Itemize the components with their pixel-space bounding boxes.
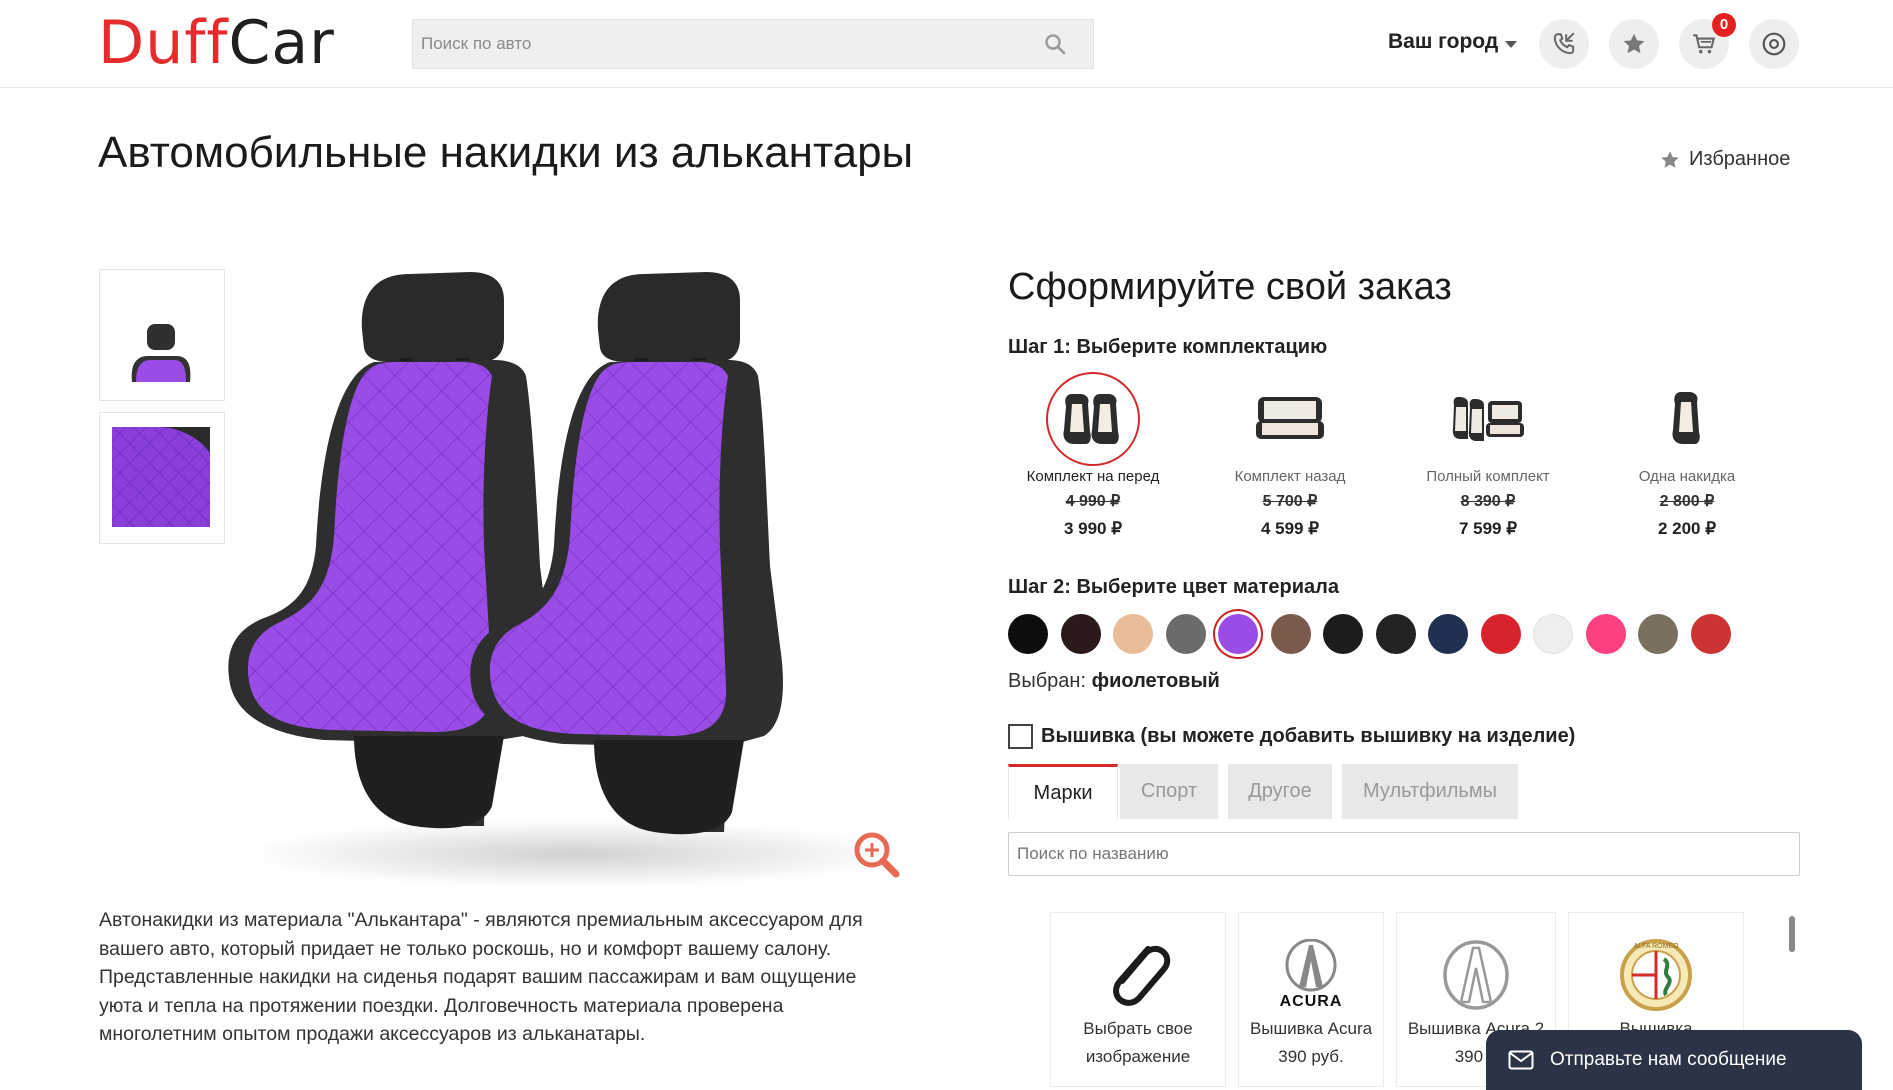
star-icon xyxy=(1623,33,1645,54)
cart-count-badge: 0 xyxy=(1712,13,1736,37)
kit-image-circle xyxy=(1046,372,1140,466)
kit-image-circle xyxy=(1243,372,1337,466)
product-thumbnail-image xyxy=(131,324,191,382)
logo-text-red: Duff xyxy=(98,8,229,78)
envelope-icon xyxy=(1508,1050,1534,1070)
embroidery-card[interactable]: ACURA Вышивка Acura 390 руб. xyxy=(1238,912,1384,1087)
user-icon xyxy=(1762,32,1786,56)
favorites-label: Избранное xyxy=(1689,148,1791,170)
acura-logo xyxy=(1285,939,1337,992)
chat-label: Отправьте нам сообщение xyxy=(1550,1049,1787,1070)
site-header: DuffCar Ваш город 0 xyxy=(0,0,1893,88)
star-icon xyxy=(1661,150,1679,168)
kit-image-circle xyxy=(1640,372,1734,466)
color-swatch[interactable] xyxy=(1638,614,1678,654)
kit-old-price: 5 700 ₽ xyxy=(1262,493,1318,510)
page-title: Автомобильные накидки из алькантары xyxy=(98,128,914,177)
chat-widget-button[interactable]: Отправьте нам сообщение xyxy=(1486,1030,1862,1090)
search-input[interactable] xyxy=(413,20,1033,68)
step2-heading: Шаг 2: Выберите цвет материала xyxy=(1008,576,1340,598)
cart-icon xyxy=(1693,34,1716,54)
account-button[interactable] xyxy=(1749,19,1799,69)
left-seat xyxy=(228,272,554,829)
card-subtitle: изображение xyxy=(1085,1047,1191,1066)
phone-icon xyxy=(1553,32,1575,55)
alfa-romeo-logo: ALFA ROMEO xyxy=(1620,939,1692,1011)
selected-color-name: фиолетовый xyxy=(1091,670,1220,692)
kit-option-single[interactable]: Одна накидка 2 800 ₽ 2 200 ₽ xyxy=(1592,372,1782,539)
embroidery-label: Вышивка (вы можете добавить вышивку на и… xyxy=(1041,725,1576,747)
kit-name: Комплект на перед xyxy=(1026,468,1160,485)
front-seats-icon xyxy=(1063,394,1119,444)
purple-cover-shape xyxy=(136,360,186,382)
kit-option-rear[interactable]: Комплект назад 5 700 ₽ 4 599 ₽ xyxy=(1195,372,1385,539)
kit-name: Полный комплект xyxy=(1426,468,1550,485)
color-swatch[interactable] xyxy=(1691,614,1731,654)
color-swatch-selected[interactable] xyxy=(1218,614,1258,654)
kit-image-circle xyxy=(1441,372,1535,466)
search-icon[interactable] xyxy=(1043,32,1067,56)
rear-seats-icon xyxy=(1256,397,1324,439)
card-subtitle: 390 руб. xyxy=(1278,1047,1344,1066)
tab-sport[interactable]: Спорт xyxy=(1120,764,1218,819)
kit-option-front[interactable]: Комплект на перед 4 990 ₽ 3 990 ₽ xyxy=(998,372,1188,539)
product-description: Автонакидки из материала "Алькантара" - … xyxy=(99,909,863,1045)
city-selector[interactable]: Ваш город xyxy=(1388,30,1498,54)
embroidery-option[interactable]: Вышивка (вы можете добавить вышивку на и… xyxy=(1008,724,1575,749)
fabric-closeup-image xyxy=(112,427,210,527)
kit-old-price: 8 390 ₽ xyxy=(1460,493,1516,510)
acura-logo-text: ACURA xyxy=(1279,993,1343,1010)
card-title: Выбрать свое xyxy=(1083,1019,1193,1038)
paperclip-icon xyxy=(1113,945,1171,1006)
design-search-input[interactable] xyxy=(1009,833,1799,875)
kit-name: Одна накидка xyxy=(1638,468,1736,485)
step1-heading: Шаг 1: Выберите комплектацию xyxy=(1008,336,1328,358)
color-swatch[interactable] xyxy=(1481,614,1521,654)
color-swatch[interactable] xyxy=(1061,614,1101,654)
kit-new-price: 7 599 ₽ xyxy=(1458,519,1518,538)
color-swatch[interactable] xyxy=(1533,614,1573,654)
kit-name: Комплект назад xyxy=(1234,468,1346,485)
gallery-thumbnail[interactable] xyxy=(99,269,225,401)
color-swatch[interactable] xyxy=(1008,614,1048,654)
product-main-image[interactable] xyxy=(224,266,910,890)
color-swatch[interactable] xyxy=(1586,614,1626,654)
embroidery-checkbox[interactable] xyxy=(1008,724,1033,749)
tab-brands[interactable]: Марки xyxy=(1008,764,1118,819)
color-swatch[interactable] xyxy=(1271,614,1311,654)
cards-scrollbar[interactable] xyxy=(1789,916,1795,952)
order-section-title: Сформируйте свой заказ xyxy=(1008,266,1452,308)
chevron-down-icon[interactable] xyxy=(1505,41,1517,48)
full-set-icon xyxy=(1452,397,1524,441)
color-swatch[interactable] xyxy=(1113,614,1153,654)
site-logo[interactable]: DuffCar xyxy=(98,10,335,76)
zoom-icon[interactable] xyxy=(850,828,902,880)
kit-new-price: 3 990 ₽ xyxy=(1063,519,1123,538)
kit-old-price: 2 800 ₽ xyxy=(1659,493,1715,510)
kit-new-price: 4 599 ₽ xyxy=(1260,519,1320,538)
selected-color-prefix: Выбран: xyxy=(1008,670,1087,692)
acura-logo xyxy=(1443,940,1509,1010)
color-swatch[interactable] xyxy=(1376,614,1416,654)
kit-old-price: 4 990 ₽ xyxy=(1065,493,1121,510)
embroidery-card[interactable]: Выбрать свое изображение xyxy=(1050,912,1226,1087)
card-title: Вышивка Acura xyxy=(1249,1019,1373,1038)
design-search-box xyxy=(1008,832,1800,876)
callback-button[interactable] xyxy=(1539,19,1589,69)
kit-new-price: 2 200 ₽ xyxy=(1657,519,1717,538)
color-swatch[interactable] xyxy=(1166,614,1206,654)
add-to-favorites-link[interactable]: Избранное xyxy=(1659,148,1790,171)
logo-text-dark: Car xyxy=(228,8,335,78)
tab-cartoons[interactable]: Мультфильмы xyxy=(1342,764,1518,819)
tab-other[interactable]: Другое xyxy=(1228,764,1332,819)
kit-option-full[interactable]: Полный комплект 8 390 ₽ 7 599 ₽ xyxy=(1393,372,1583,539)
gallery-thumbnail[interactable] xyxy=(99,412,225,544)
favorites-button[interactable] xyxy=(1609,19,1659,69)
search-box xyxy=(412,19,1094,69)
single-seat-icon xyxy=(1672,392,1700,444)
color-swatch[interactable] xyxy=(1428,614,1468,654)
selected-color-line: Выбран: фиолетовый xyxy=(1008,670,1220,693)
alfa-logo-text: ALFA ROMEO xyxy=(1633,943,1679,950)
color-swatch[interactable] xyxy=(1323,614,1363,654)
